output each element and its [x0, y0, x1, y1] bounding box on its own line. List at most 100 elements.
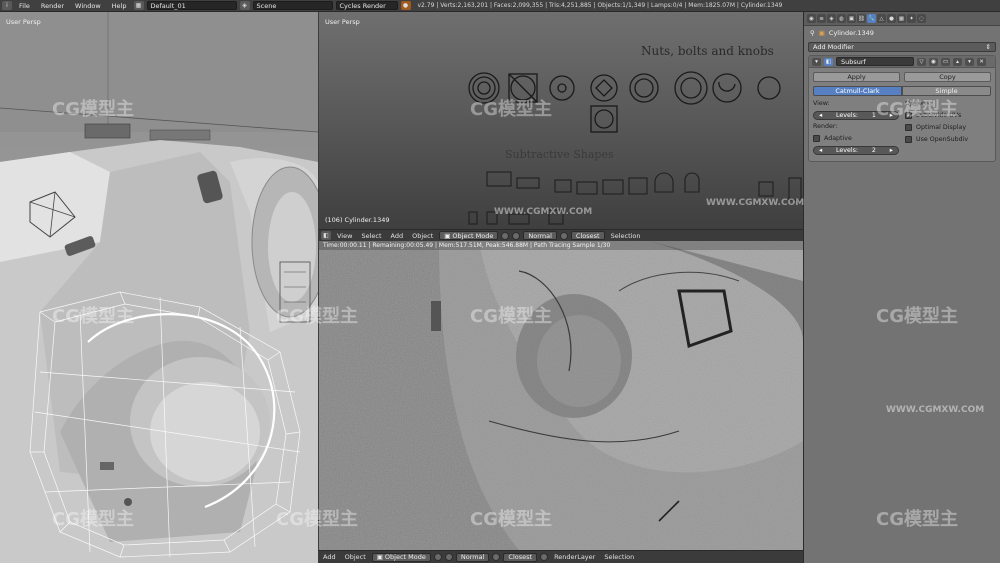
snap-icon[interactable]: [492, 553, 501, 561]
render-preview-viewport[interactable]: Time:00:00.11 | Remaining:00:05.49 | Mem…: [319, 241, 803, 550]
increment-arrow-icon[interactable]: ▸: [890, 112, 893, 119]
options-column: Options: ✓ Subdivide UVs Optimal Display…: [905, 100, 991, 155]
move-up-icon[interactable]: ▴: [953, 57, 962, 66]
transform-orientation-select[interactable]: Normal: [523, 231, 557, 240]
world-tab-icon[interactable]: ◍: [837, 14, 846, 23]
levels-label: Levels:: [836, 147, 859, 154]
checkbox-icon: [813, 135, 820, 142]
transform-orientation-select[interactable]: Normal: [455, 552, 490, 562]
viewport-header-top: ◧ View Select Add Object ▣ Object Mode No…: [319, 229, 803, 241]
checkbox-icon: [905, 124, 912, 131]
menu-object[interactable]: Object: [342, 553, 369, 561]
render-preview-image: [319, 241, 803, 550]
optimal-display-checkbox[interactable]: Optimal Display: [905, 123, 991, 132]
decrement-arrow-icon[interactable]: ◂: [819, 112, 822, 119]
cube-icon: ▣: [376, 553, 383, 561]
constraints-tab-icon[interactable]: ⛓: [857, 14, 866, 23]
subdivide-uvs-label: Subdivide UVs: [916, 112, 962, 119]
snap-element-select[interactable]: Closest: [570, 231, 605, 240]
menu-view[interactable]: View: [334, 232, 355, 240]
scene-field[interactable]: Scene: [252, 1, 333, 10]
editor-type-icon[interactable]: i: [2, 1, 12, 10]
add-modifier-button[interactable]: Add Modifier ⇕: [808, 42, 996, 52]
screen-layout-icon[interactable]: ▦: [133, 1, 144, 10]
menu-select[interactable]: Select: [358, 232, 384, 240]
physics-tab-icon[interactable]: ◌: [917, 14, 926, 23]
left-viewport-model: [0, 12, 318, 563]
menu-window[interactable]: Window: [71, 2, 105, 10]
render-status-text: Time:00:00.11 | Remaining:00:05.49 | Mem…: [319, 241, 803, 250]
subdivide-uvs-checkbox[interactable]: ✓ Subdivide UVs: [905, 111, 991, 120]
levels-column: View: ◂ Levels: 1 ▸ Render: Adaptive ◂ L…: [813, 100, 899, 155]
texture-tab-icon[interactable]: ▦: [897, 14, 906, 23]
pivot-point-icon[interactable]: [512, 231, 521, 240]
mode-select-label: Object Mode: [452, 231, 494, 240]
menu-add[interactable]: Add: [320, 553, 339, 561]
viewport-shading-icon[interactable]: [433, 553, 442, 561]
menu-add[interactable]: Add: [388, 232, 407, 240]
screen-layout-field[interactable]: Default_01: [146, 1, 237, 10]
copy-button[interactable]: Copy: [904, 72, 991, 82]
chevron-down-icon: ⇕: [985, 43, 991, 51]
view-label: View:: [813, 100, 830, 107]
adaptive-label: Adaptive: [824, 135, 852, 142]
viewport-shading-icon[interactable]: [501, 231, 510, 240]
snap-icon[interactable]: [559, 231, 568, 240]
subdivision-type-row: Catmull-Clark Simple: [813, 86, 991, 96]
simple-toggle[interactable]: Simple: [902, 86, 991, 96]
viewport-toggle-icon[interactable]: ▭: [941, 57, 950, 66]
selection-menu[interactable]: Selection: [601, 553, 637, 561]
apply-button[interactable]: Apply: [813, 72, 900, 82]
top-right-3d-viewport[interactable]: User Persp Nuts, bolts and knobs Subtrac…: [319, 12, 803, 229]
properties-editor: ◉ ≡ ◈ ◍ ▣ ⛓ 🔧 △ ● ▦ ✦ ◌ ⚲ ▣ Cylinder.134…: [803, 12, 1000, 563]
menu-help[interactable]: Help: [108, 2, 131, 10]
modifier-name-field[interactable]: Subsurf: [836, 57, 914, 66]
catmull-clark-toggle[interactable]: Catmull-Clark: [813, 86, 902, 96]
info-header: i File Render Window Help ▦ Default_01 ◈…: [0, 0, 1000, 12]
snap-element-select[interactable]: Closest: [503, 552, 538, 562]
menu-render[interactable]: Render: [37, 2, 68, 10]
render-layer-label[interactable]: RenderLayer: [551, 553, 598, 561]
options-label: Options:: [905, 100, 932, 107]
selection-menu[interactable]: Selection: [608, 232, 644, 240]
view-levels-field[interactable]: ◂ Levels: 1 ▸: [813, 111, 899, 120]
render-toggle-icon[interactable]: ◉: [929, 57, 938, 66]
decrement-arrow-icon[interactable]: ◂: [819, 147, 822, 154]
render-levels-value: 2: [871, 147, 876, 154]
scene-icon[interactable]: ◈: [239, 1, 250, 10]
render-engine-select[interactable]: Cycles Render: [335, 1, 398, 10]
editmode-toggle-icon[interactable]: ▽: [917, 57, 926, 66]
scene-tab-icon[interactable]: ◈: [827, 14, 836, 23]
pivot-point-icon[interactable]: [444, 553, 453, 561]
move-down-icon[interactable]: ▾: [965, 57, 974, 66]
increment-arrow-icon[interactable]: ▸: [890, 147, 893, 154]
modifier-settings: View: ◂ Levels: 1 ▸ Render: Adaptive ◂ L…: [813, 100, 991, 155]
render-label: Render:: [813, 123, 838, 130]
pin-icon[interactable]: ⚲: [810, 29, 815, 37]
menu-file[interactable]: File: [15, 2, 34, 10]
adaptive-checkbox[interactable]: Adaptive: [813, 134, 899, 143]
render-levels-field[interactable]: ◂ Levels: 2 ▸: [813, 146, 899, 155]
close-icon[interactable]: ✕: [977, 57, 986, 66]
render-layer-icon[interactable]: [540, 553, 549, 561]
render-tab-icon[interactable]: ◉: [807, 14, 816, 23]
particles-tab-icon[interactable]: ✦: [907, 14, 916, 23]
add-modifier-label: Add Modifier: [813, 43, 854, 51]
mode-select[interactable]: ▣ Object Mode: [371, 552, 431, 562]
levels-label: Levels:: [836, 112, 859, 119]
mode-select[interactable]: ▣ Object Mode: [439, 231, 499, 240]
data-tab-icon[interactable]: △: [877, 14, 886, 23]
collapse-arrow-icon[interactable]: ▾: [812, 57, 821, 66]
checkbox-checked-icon: ✓: [905, 112, 912, 119]
editor-type-icon[interactable]: ◧: [321, 231, 331, 240]
material-tab-icon[interactable]: ●: [887, 14, 896, 23]
object-icon: ▣: [818, 28, 825, 37]
modifiers-tab-icon[interactable]: 🔧: [867, 14, 876, 23]
object-tab-icon[interactable]: ▣: [847, 14, 856, 23]
mode-select-label: Object Mode: [384, 553, 426, 561]
left-3d-viewport[interactable]: User Persp: [0, 12, 318, 563]
menu-object[interactable]: Object: [409, 232, 436, 240]
use-opensubdiv-checkbox[interactable]: Use OpenSubdiv: [905, 135, 991, 144]
render-layers-tab-icon[interactable]: ≡: [817, 14, 826, 23]
top-right-viewport-label: User Persp: [325, 18, 360, 26]
